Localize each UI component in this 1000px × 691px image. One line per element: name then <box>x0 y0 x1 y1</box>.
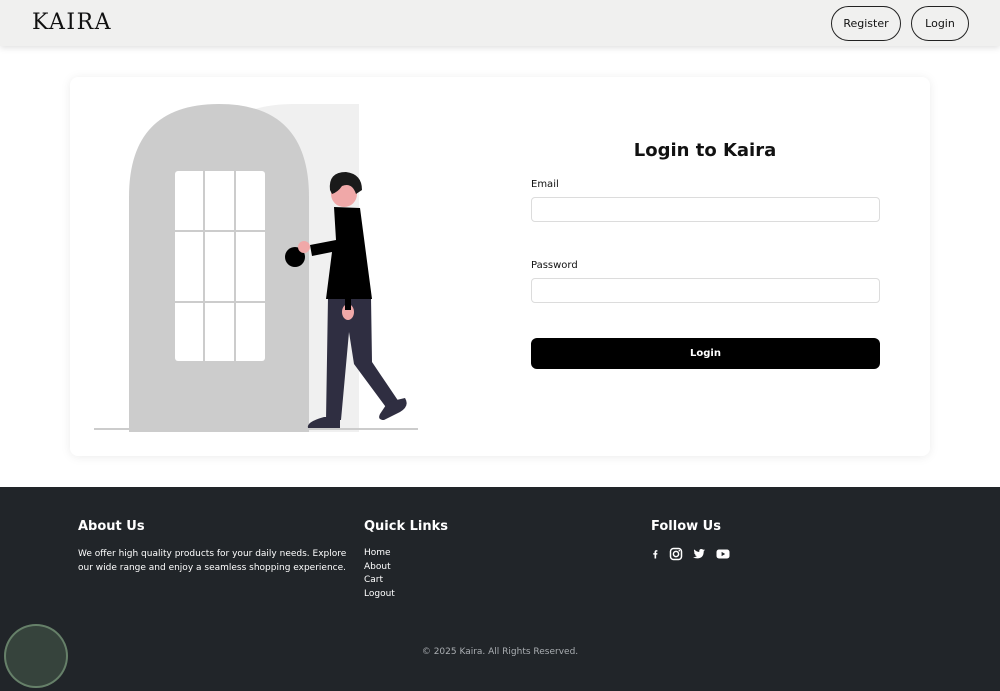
twitter-icon[interactable] <box>692 547 706 561</box>
footer-link-home[interactable]: Home <box>364 547 564 561</box>
footer-link-about[interactable]: About <box>364 561 564 575</box>
footer-follow: Follow Us <box>651 519 851 561</box>
footer-about: About Us We offer high quality products … <box>78 519 348 575</box>
brand-logo[interactable]: KAIRA <box>32 10 112 35</box>
quick-links-list: Home About Cart Logout <box>364 547 564 602</box>
footer-link-cart[interactable]: Cart <box>364 574 564 588</box>
login-submit-button[interactable]: Login <box>531 338 880 369</box>
register-button[interactable]: Register <box>831 6 901 41</box>
about-text: We offer high quality products for your … <box>78 549 347 573</box>
instagram-icon[interactable] <box>669 547 683 561</box>
youtube-icon[interactable] <box>715 547 731 561</box>
copyright-text: © 2025 Kaira. All Rights Reserved. <box>421 647 579 657</box>
site-header: KAIRA Register Login <box>0 0 1000 46</box>
follow-heading: Follow Us <box>651 519 721 534</box>
window-panes <box>175 171 265 361</box>
email-label: Email <box>531 179 559 190</box>
facebook-icon[interactable] <box>651 547 660 561</box>
site-footer: About Us We offer high quality products … <box>0 487 1000 691</box>
about-heading: About Us <box>78 519 145 534</box>
footer-link-logout[interactable]: Logout <box>364 588 564 602</box>
email-field[interactable] <box>531 197 880 222</box>
social-icons <box>651 547 851 561</box>
password-field[interactable] <box>531 278 880 303</box>
login-nav-button[interactable]: Login <box>911 6 969 41</box>
quick-links-heading: Quick Links <box>364 519 449 534</box>
login-title: Login to Kaira <box>633 140 777 161</box>
watermark-logo <box>4 624 68 688</box>
login-card: Login to Kaira Email Password Login <box>70 77 930 456</box>
footer-quick-links: Quick Links Home About Cart Logout <box>364 519 564 602</box>
door-illustration <box>94 104 418 432</box>
password-label: Password <box>531 260 578 271</box>
